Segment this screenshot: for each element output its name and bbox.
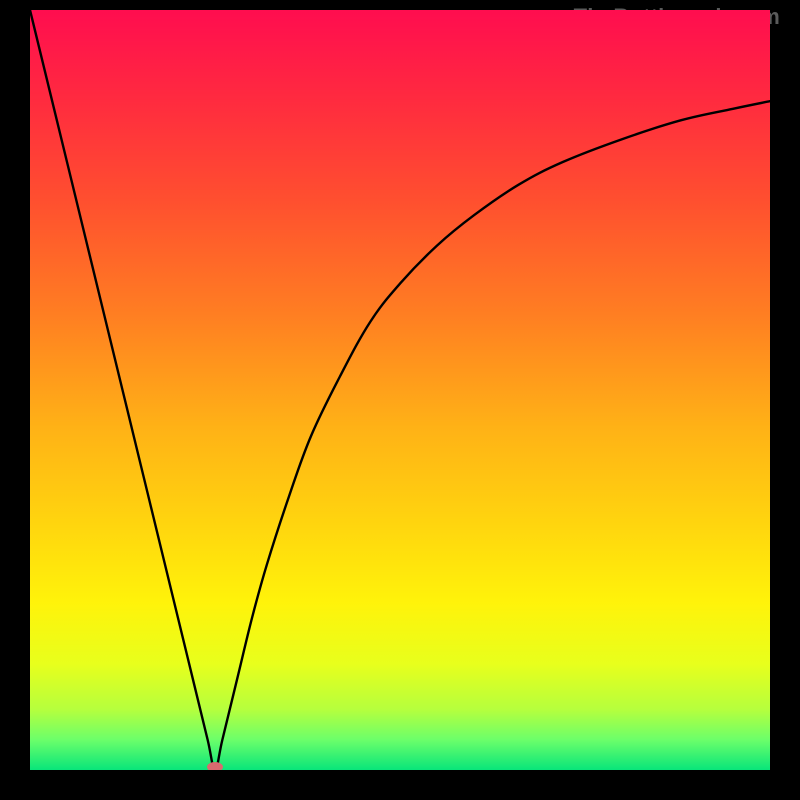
chart-stage: TheBottleneck.com xyxy=(0,0,800,800)
plot-area xyxy=(30,10,770,770)
gradient-background xyxy=(30,10,770,770)
plot-svg xyxy=(30,10,770,770)
